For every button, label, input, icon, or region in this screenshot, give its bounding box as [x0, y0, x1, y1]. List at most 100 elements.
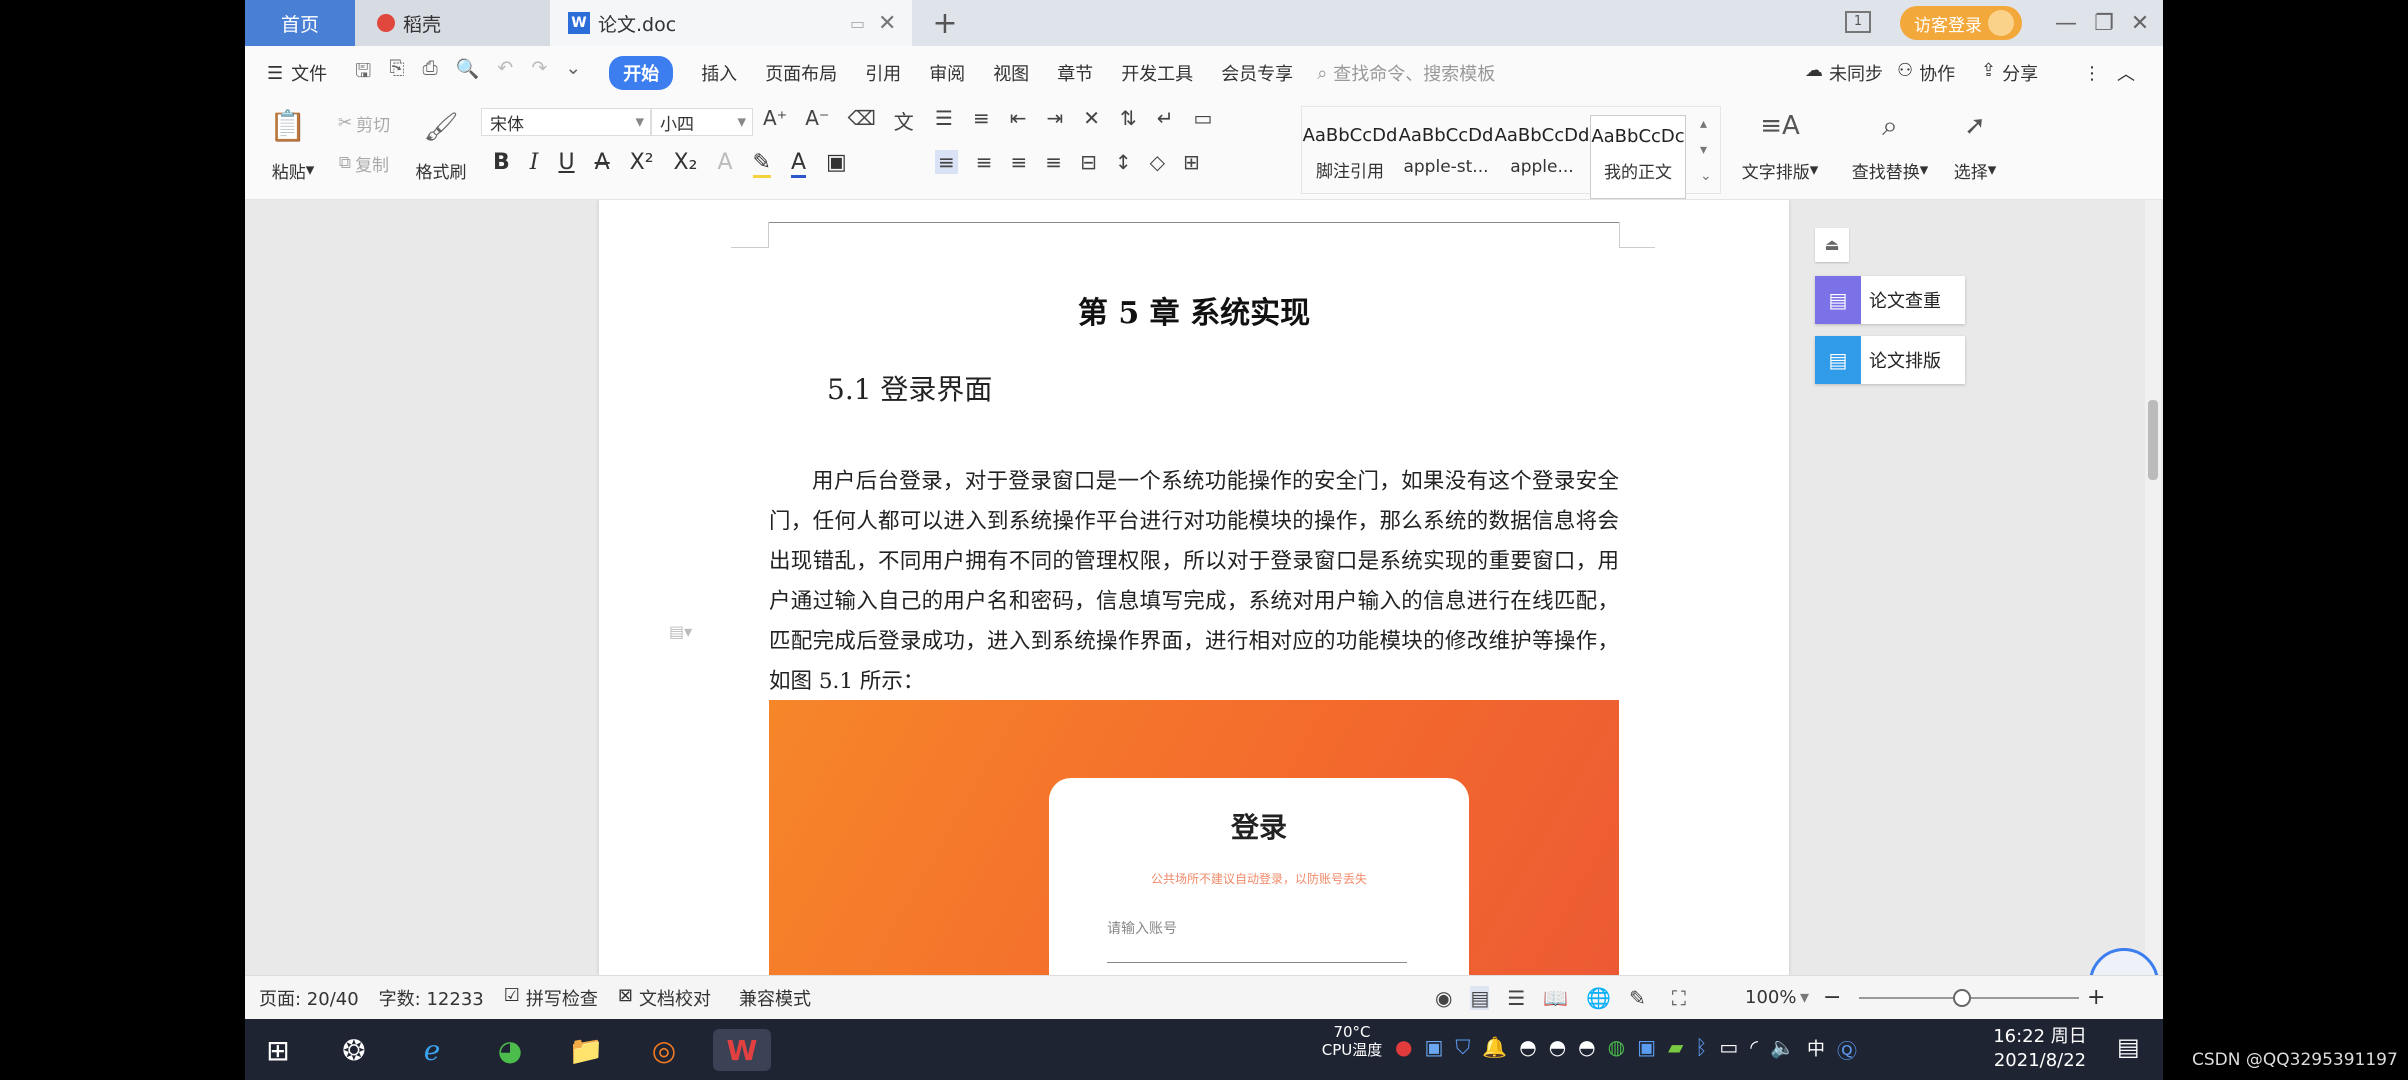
new-tab-button[interactable]: +: [925, 0, 965, 46]
strikethrough-icon[interactable]: A: [595, 150, 610, 178]
increase-indent-icon[interactable]: ⇥: [1046, 106, 1063, 130]
style-scroll[interactable]: ▴ ▾ ⌄: [1700, 111, 1712, 189]
qq-icon[interactable]: ◓: [1519, 1035, 1536, 1064]
vertical-scrollbar[interactable]: [2145, 200, 2161, 975]
notification-icon[interactable]: ▤: [2117, 1033, 2140, 1061]
tray-app-icon[interactable]: ▣: [1637, 1035, 1656, 1064]
save-icon[interactable]: 🖫: [355, 57, 371, 89]
italic-icon[interactable]: I: [530, 150, 539, 178]
zoom-level[interactable]: 100%: [1745, 987, 1796, 1008]
clipboard-icon[interactable]: 📋: [263, 106, 313, 146]
minimize-button[interactable]: —: [2047, 4, 2085, 42]
char-border-icon[interactable]: ▣: [826, 150, 847, 178]
collapse-ribbon-icon[interactable]: ︿: [2117, 60, 2135, 86]
justify-icon[interactable]: ≡: [1045, 150, 1062, 174]
highlight-icon[interactable]: ✎: [752, 150, 771, 178]
wifi-icon[interactable]: ◜: [1750, 1035, 1758, 1064]
read-view-icon[interactable]: 📖: [1543, 986, 1568, 1010]
bell-icon[interactable]: 🔔: [1482, 1035, 1507, 1064]
tab-home[interactable]: 首页: [245, 0, 355, 46]
cpu-temp-widget[interactable]: 70°C CPU温度: [1317, 1023, 1387, 1059]
text-layout-button[interactable]: 文字排版 ▾: [1735, 150, 1825, 190]
qq-icon[interactable]: ◓: [1549, 1035, 1566, 1064]
bold-icon[interactable]: B: [493, 150, 510, 178]
command-search[interactable]: ⌕ 查找命令、搜索模板: [1317, 60, 1495, 86]
menu-tab-reference[interactable]: 引用: [865, 60, 901, 86]
file-menu[interactable]: ☰ 文件: [267, 60, 327, 86]
clock[interactable]: 16:22 周日 2021/8/22: [1990, 1025, 2090, 1073]
print-icon[interactable]: ⎙: [423, 57, 438, 89]
windows-start-icon[interactable]: ⊞: [257, 1029, 299, 1071]
media-app-icon[interactable]: ◎: [643, 1029, 685, 1071]
underline-icon[interactable]: U: [558, 150, 574, 178]
menu-tab-chapter[interactable]: 章节: [1057, 60, 1093, 86]
menu-tab-review[interactable]: 审阅: [929, 60, 965, 86]
borders-icon[interactable]: ⊞: [1183, 150, 1200, 174]
paste-button[interactable]: 粘贴 ▾: [263, 150, 323, 190]
tray-app-icon[interactable]: ◍: [1608, 1035, 1625, 1064]
fit-page-icon[interactable]: ⛶: [1672, 986, 1686, 1010]
undo-icon[interactable]: ↶: [497, 57, 513, 89]
sort-icon[interactable]: ⇅: [1120, 106, 1137, 130]
pinyin-icon[interactable]: 文: [894, 106, 914, 135]
print-preview-icon[interactable]: 🔍: [456, 57, 480, 89]
find-replace-button[interactable]: 查找替换 ▾: [1845, 150, 1935, 190]
volume-icon[interactable]: 🔈: [1770, 1035, 1795, 1064]
shrink-font-icon[interactable]: A⁻: [805, 106, 829, 135]
show-marks-icon[interactable]: ↵: [1157, 106, 1174, 130]
text-effect-icon[interactable]: A: [717, 150, 732, 178]
align-right-icon[interactable]: ≡: [1011, 150, 1028, 174]
menu-tab-member[interactable]: 会员专享: [1221, 60, 1293, 86]
guest-login-button[interactable]: 访客登录: [1900, 6, 2022, 40]
spell-check-button[interactable]: ☑ 拼写检查: [504, 985, 598, 1011]
menu-tab-view[interactable]: 视图: [993, 60, 1029, 86]
style-apple-st[interactable]: AaBbCcDd apple-st...: [1398, 115, 1494, 199]
tray-q-icon[interactable]: Ⓠ: [1837, 1035, 1857, 1064]
doc-proof-button[interactable]: ⊠ 文档校对: [618, 985, 711, 1011]
scrollbar-thumb[interactable]: [2148, 400, 2158, 480]
zoom-slider-thumb[interactable]: [1953, 989, 1971, 1007]
page-view-icon[interactable]: ▤: [1470, 985, 1490, 1010]
find-icon[interactable]: ⌕: [1845, 106, 1935, 146]
restore-button[interactable]: ❐: [2085, 4, 2123, 42]
format-painter-button[interactable]: 格式刷: [405, 150, 477, 190]
font-name-select[interactable]: 宋体 ▾: [481, 108, 651, 136]
menu-tab-devtools[interactable]: 开发工具: [1121, 60, 1193, 86]
select-button[interactable]: 选择 ▾: [1945, 150, 2005, 190]
numbered-list-icon[interactable]: ≡: [973, 106, 990, 130]
font-size-select[interactable]: 小四 ▾: [651, 108, 753, 136]
decrease-indent-icon[interactable]: ⇤: [1010, 106, 1027, 130]
superscript-icon[interactable]: X²: [630, 150, 654, 178]
app-s-icon[interactable]: ❂: [333, 1029, 375, 1071]
sync-status[interactable]: ☁ 未同步: [1805, 60, 1883, 86]
zoom-in-icon[interactable]: +: [2087, 985, 2105, 1010]
align-left-icon[interactable]: ≡: [935, 150, 958, 174]
bluetooth-icon[interactable]: ᛒ: [1695, 1035, 1707, 1064]
subscript-icon[interactable]: X₂: [674, 150, 698, 178]
share-button[interactable]: ⇪ 分享: [1981, 60, 2038, 86]
nvidia-icon[interactable]: ▰: [1668, 1035, 1683, 1064]
text-layout-icon[interactable]: ≡A: [1735, 106, 1825, 146]
web-view-icon[interactable]: 🌐: [1586, 986, 1611, 1010]
tab-document[interactable]: W 论文.doc ▭ ✕: [550, 0, 912, 46]
body-paragraph[interactable]: 用户后台登录，对于登录窗口是一个系统功能操作的安全门，如果没有这个登录安全门，任…: [769, 462, 1619, 702]
chinese-layout-icon[interactable]: ✕: [1083, 106, 1100, 130]
collapse-panel-icon[interactable]: ⏏: [1815, 228, 1849, 262]
shield-icon[interactable]: ⛉: [1455, 1035, 1470, 1064]
font-color-icon[interactable]: A: [790, 150, 806, 178]
align-center-icon[interactable]: ≡: [976, 150, 993, 174]
style-my-body[interactable]: AaBbCcDc 我的正文: [1590, 115, 1686, 199]
close-window-button[interactable]: ✕: [2121, 4, 2159, 42]
collab-button[interactable]: ⚇ 协作: [1897, 60, 1955, 86]
menu-tab-insert[interactable]: 插入: [701, 60, 737, 86]
cursor-icon[interactable]: ➚: [1945, 106, 2005, 146]
outline-view-icon[interactable]: ☰: [1507, 986, 1525, 1010]
word-count[interactable]: 字数: 12233: [379, 985, 484, 1011]
ie-browser-icon[interactable]: ℯ: [411, 1029, 453, 1071]
paper-check-button[interactable]: ▤ 论文查重: [1815, 276, 1965, 324]
wps-writer-icon[interactable]: W: [713, 1029, 771, 1071]
more-options-icon[interactable]: ⋮: [2083, 63, 2101, 84]
battery-icon[interactable]: ▭: [1719, 1035, 1738, 1064]
style-footnote-ref[interactable]: AaBbCcDd 脚注引用: [1302, 115, 1398, 199]
distribute-icon[interactable]: ⊟: [1080, 150, 1097, 174]
